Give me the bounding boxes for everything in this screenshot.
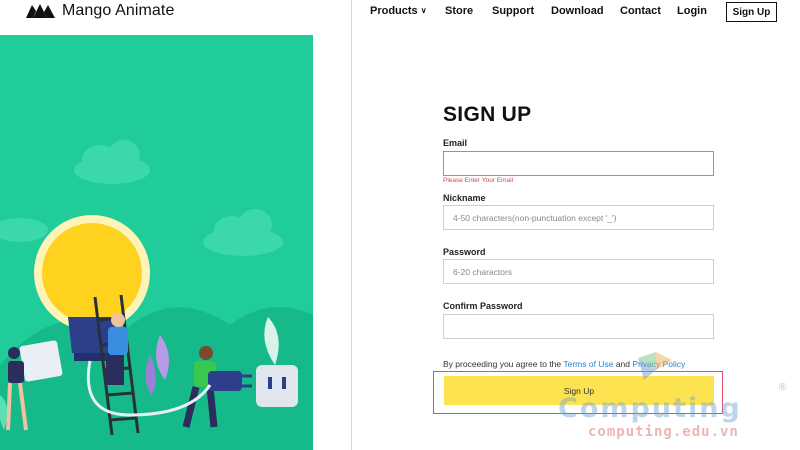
password-placeholder: 6-20 charactors xyxy=(453,266,513,277)
header-signup-button[interactable]: Sign Up xyxy=(726,2,777,22)
watermark-registered: ® xyxy=(779,382,787,393)
email-field[interactable] xyxy=(443,151,714,176)
watermark-url: computing.edu.vn xyxy=(588,424,739,440)
nav-products-label: Products xyxy=(370,5,418,17)
email-error-text: Please Enter Your Email xyxy=(443,177,514,184)
confirm-password-label: Confirm Password xyxy=(443,301,523,311)
nav-support[interactable]: Support xyxy=(492,5,534,17)
nav-contact[interactable]: Contact xyxy=(620,5,661,17)
terms-prefix: By proceeding you agree to the xyxy=(443,359,562,369)
main-nav: Products ∨ Store Support Download Contact… xyxy=(352,0,800,22)
email-label: Email xyxy=(443,138,468,148)
nickname-label: Nickname xyxy=(443,193,486,203)
nav-download[interactable]: Download xyxy=(551,5,604,17)
nav-store[interactable]: Store xyxy=(445,5,473,17)
password-label: Password xyxy=(443,247,486,257)
confirm-password-field[interactable] xyxy=(443,314,714,339)
page-title: SIGN UP xyxy=(443,103,532,126)
chevron-down-icon: ∨ xyxy=(420,6,427,15)
lightbulb-illustration xyxy=(0,140,313,450)
nickname-field[interactable]: 4-50 characters(non-punctuation except '… xyxy=(443,205,714,230)
terms-of-use-link[interactable]: Terms of Use xyxy=(563,359,613,369)
brand[interactable]: Mango Animate xyxy=(26,1,174,21)
terms-notice: By proceeding you agree to the Terms of … xyxy=(443,359,685,369)
watermark-text: Computing xyxy=(558,393,742,424)
mango-logo-icon xyxy=(26,4,55,18)
nav-products[interactable]: Products ∨ xyxy=(370,5,427,17)
panel-divider xyxy=(351,0,352,450)
password-field[interactable]: 6-20 charactors xyxy=(443,259,714,284)
terms-and: and xyxy=(615,359,630,369)
hero-illustration xyxy=(0,35,313,450)
privacy-policy-link[interactable]: Privacy Policy xyxy=(632,359,685,369)
nav-login[interactable]: Login xyxy=(677,5,707,17)
nickname-placeholder: 4-50 characters(non-punctuation except '… xyxy=(453,212,617,223)
brand-name: Mango Animate xyxy=(62,2,175,19)
